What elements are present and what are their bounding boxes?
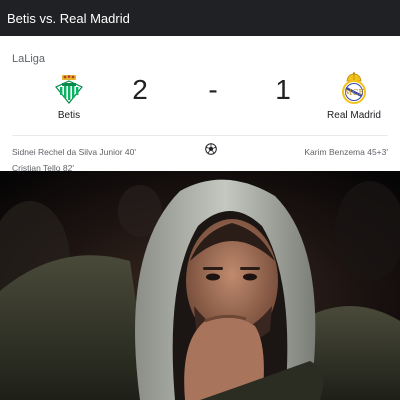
- soccer-ball-icon: [205, 143, 217, 155]
- page-title: Betis vs. Real Madrid: [7, 10, 130, 26]
- away-scorers: Karim Benzema 45+3': [304, 144, 388, 160]
- home-team-name[interactable]: Betis: [38, 110, 100, 121]
- away-score: 1: [275, 74, 291, 105]
- svg-text:MCF: MCF: [344, 88, 364, 97]
- hooded-man-reaction-photo: [0, 171, 400, 400]
- score-separator: -: [208, 74, 218, 105]
- match-score-card[interactable]: LaLiga Betis 2 - 1 MCF Real Madrid Sidne…: [0, 36, 400, 173]
- league-name[interactable]: LaLiga: [12, 53, 45, 65]
- away-team-name[interactable]: Real Madrid: [322, 110, 386, 121]
- home-team[interactable]: Betis: [38, 74, 100, 121]
- home-score: 2: [132, 74, 148, 105]
- card-divider: [12, 135, 388, 136]
- away-team[interactable]: MCF Real Madrid: [322, 72, 386, 121]
- real-madrid-crest-icon: MCF: [342, 72, 366, 104]
- header-bar: Betis vs. Real Madrid: [0, 0, 400, 36]
- betis-crest-icon: [55, 75, 83, 104]
- away-scorer: Karim Benzema 45+3': [304, 147, 388, 157]
- home-scorer: Sidnei Rechel da Silva Junior 40': [12, 147, 137, 157]
- reaction-photo: [0, 171, 400, 400]
